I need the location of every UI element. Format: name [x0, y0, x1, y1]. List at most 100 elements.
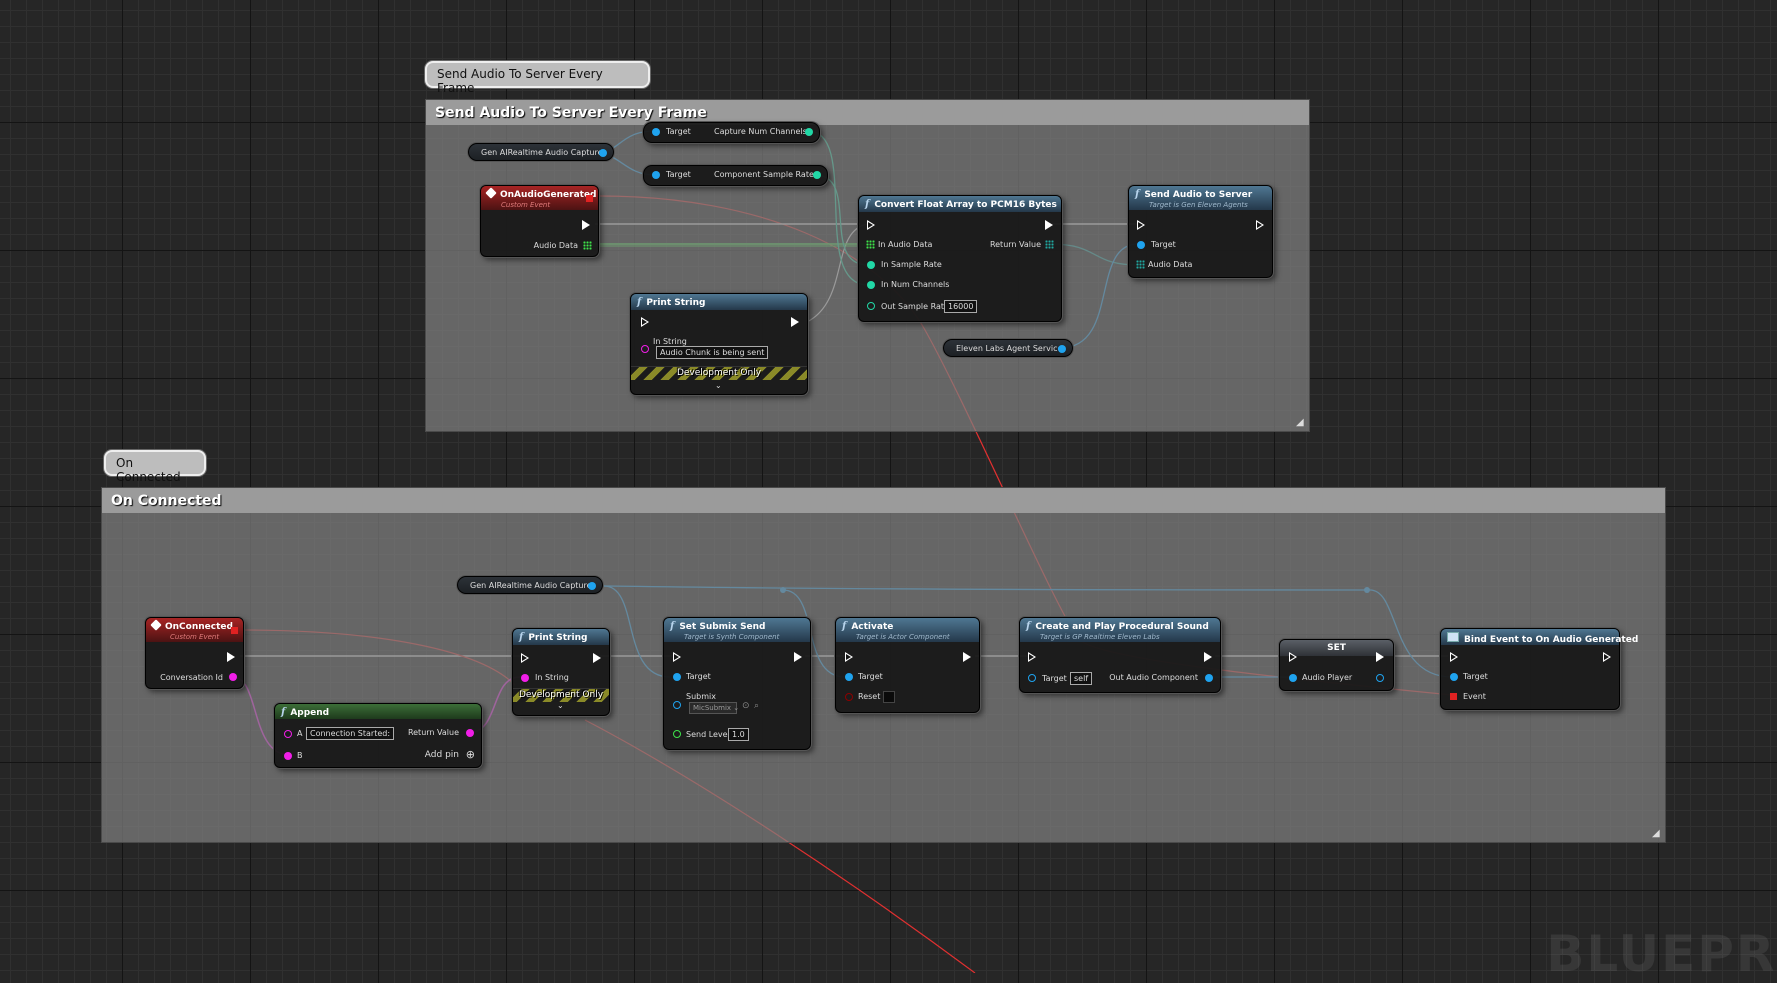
int-pin[interactable] [867, 281, 875, 289]
delegate-pin[interactable] [1450, 693, 1457, 700]
add-pin-label[interactable]: Add pin [425, 750, 459, 760]
exec-out-pin[interactable] [1256, 220, 1264, 230]
node-send-audio-to-server[interactable]: f Send Audio to Server Target is Gen Elev… [1128, 185, 1273, 278]
pin-label: Target [1042, 674, 1067, 683]
exec-in-pin[interactable] [1289, 652, 1297, 662]
target-pin[interactable] [1028, 674, 1036, 682]
node-create-play-procedural-sound[interactable]: f Create and Play Procedural Sound Target… [1019, 617, 1221, 693]
string-pin[interactable] [641, 345, 649, 353]
function-icon: f [842, 621, 847, 632]
node-set-audio-player[interactable]: SET Audio Player [1279, 639, 1394, 691]
node-print-string-bottom[interactable]: f Print String In String Development Only… [512, 628, 610, 716]
add-pin-icon[interactable]: ⊕ [466, 748, 475, 761]
node-append[interactable]: f Append A Connection Started: Return Val… [274, 703, 482, 768]
exec-in-pin[interactable] [673, 652, 681, 662]
target-pin[interactable] [652, 128, 660, 136]
exec-out-pin[interactable] [794, 652, 802, 662]
target-pin[interactable] [673, 673, 681, 681]
byte-array-pin[interactable] [1136, 260, 1145, 269]
exec-in-pin[interactable] [1137, 220, 1145, 230]
exec-out-pin[interactable] [1376, 652, 1384, 662]
resize-handle-icon[interactable]: ◢ [1652, 829, 1662, 839]
browse-icon[interactable]: ⊙ [742, 701, 750, 711]
object-out-pin[interactable] [1376, 674, 1384, 682]
node-on-audio-generated[interactable]: OnAudioGenerated Custom Event Audio Data [480, 185, 599, 257]
target-pin[interactable] [652, 171, 660, 179]
exec-in-pin[interactable] [845, 652, 853, 662]
exec-in-pin[interactable] [867, 220, 875, 230]
comment-bubble-top[interactable]: Send Audio To Server Every Frame [425, 61, 650, 95]
delegate-pin[interactable] [231, 627, 238, 634]
exec-out-pin[interactable] [582, 220, 590, 230]
exec-in-pin[interactable] [641, 317, 649, 327]
float-array-pin[interactable] [583, 241, 592, 250]
string-pin[interactable] [284, 752, 292, 760]
object-pin[interactable] [1058, 345, 1066, 353]
byte-array-pin[interactable] [1045, 240, 1054, 249]
target-pin[interactable] [845, 673, 853, 681]
append-a-field[interactable]: Connection Started: [306, 727, 395, 740]
node-bind-event[interactable]: Bind Event to On Audio Generated Target … [1440, 628, 1638, 710]
node-on-connected[interactable]: OnConnected Custom Event Conversation Id [145, 617, 244, 689]
exec-out-pin[interactable] [593, 653, 601, 663]
object-pin[interactable] [1205, 674, 1213, 682]
node-set-submix-send[interactable]: f Set Submix Send Target is Synth Compone… [663, 617, 811, 750]
string-pin[interactable] [284, 730, 292, 738]
bool-pin[interactable] [845, 693, 853, 701]
node-title: Print String [528, 633, 588, 643]
target-pin[interactable] [1137, 241, 1145, 249]
node-activate[interactable]: f Activate Target is Actor Component Targ… [835, 617, 980, 713]
object-pin[interactable] [1289, 674, 1297, 682]
string-pin[interactable] [521, 674, 529, 682]
node-convert-float-pcm16[interactable]: f Convert Float Array to PCM16 Bytes In A… [858, 195, 1062, 322]
exec-in-pin[interactable] [521, 653, 529, 663]
var-eleven-labs-service[interactable]: Eleven Labs Agent Service [943, 339, 1073, 357]
submix-dropdown[interactable]: MicSubmix ⌄ [689, 702, 739, 714]
exec-out-pin[interactable] [1204, 652, 1212, 662]
int-pin[interactable] [813, 171, 821, 179]
resize-handle-icon[interactable]: ◢ [1296, 418, 1306, 428]
pin-label: Target [666, 127, 691, 136]
string-pin[interactable] [466, 729, 474, 737]
var-label: Gen AIRealtime Audio Capture [470, 581, 592, 590]
string-pin[interactable] [229, 673, 237, 681]
in-string-field[interactable]: Audio Chunk is being sent [656, 346, 769, 359]
target-pin[interactable] [1450, 673, 1458, 681]
node-title: SET [1327, 643, 1346, 653]
chevron-down-icon[interactable]: ⌄ [557, 701, 564, 710]
float-pin[interactable] [673, 730, 681, 738]
chevron-down-icon[interactable]: ⌄ [715, 381, 722, 390]
search-icon[interactable]: ⌕ [754, 701, 759, 711]
function-icon: f [865, 199, 870, 210]
float-array-pin[interactable] [866, 240, 875, 249]
delegate-pin[interactable] [586, 195, 593, 202]
exec-in-pin[interactable] [1028, 652, 1036, 662]
int-pin[interactable] [867, 302, 875, 310]
object-pin[interactable] [588, 582, 596, 590]
node-get-sample-rate[interactable]: Target Component Sample Rate [643, 165, 828, 186]
var-audio-capture-top[interactable]: Gen AIRealtime Audio Capture [468, 143, 614, 161]
out-sample-rate-field[interactable]: 16000 [944, 300, 978, 313]
send-level-field[interactable]: 1.0 [728, 728, 749, 741]
exec-out-pin[interactable] [791, 317, 799, 327]
object-pin[interactable] [599, 149, 607, 157]
node-print-string-top[interactable]: f Print String In String Audio Chunk is b… [630, 293, 808, 395]
target-self-field[interactable]: self [1070, 672, 1093, 685]
exec-in-pin[interactable] [1450, 652, 1458, 662]
int-pin[interactable] [867, 261, 875, 269]
exec-out-pin[interactable] [227, 652, 235, 662]
dev-only-bar: Development Only [513, 688, 609, 702]
object-pin[interactable] [673, 701, 681, 709]
node-title: Print String [646, 298, 706, 308]
pin-label: Target [858, 672, 883, 681]
var-audio-capture-bottom[interactable]: Gen AIRealtime Audio Capture [457, 576, 603, 594]
exec-out-pin[interactable] [1603, 652, 1611, 662]
exec-out-pin[interactable] [1045, 220, 1053, 230]
pin-label: Target [686, 672, 711, 681]
int-pin[interactable] [805, 128, 813, 136]
node-get-num-channels[interactable]: Target Capture Num Channels [643, 122, 820, 143]
reset-checkbox[interactable] [883, 691, 895, 703]
node-title: OnAudioGenerated [500, 190, 597, 200]
exec-out-pin[interactable] [963, 652, 971, 662]
comment-bubble-bottom[interactable]: On Connected [104, 450, 206, 484]
